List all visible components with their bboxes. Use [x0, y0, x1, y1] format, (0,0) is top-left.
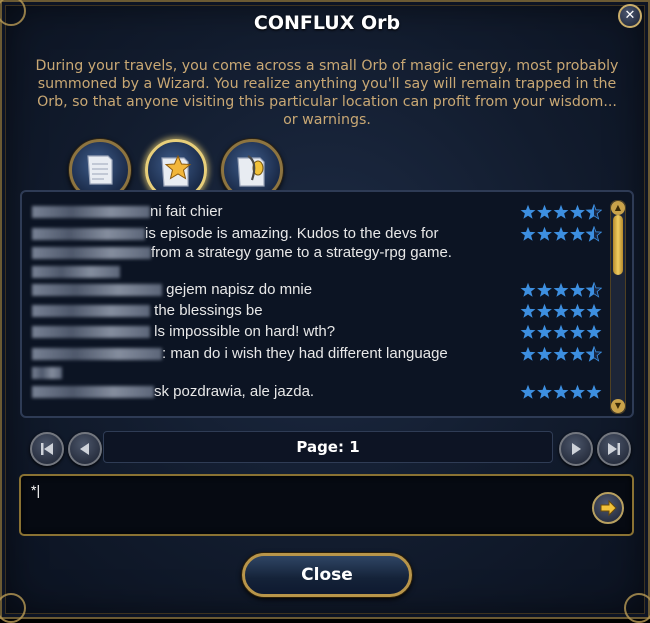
redacted-username [32, 247, 151, 260]
star-icon [520, 282, 536, 297]
star-icon [570, 324, 585, 339]
star-icon [570, 282, 585, 297]
rating-stars [520, 346, 602, 362]
arrow-right-icon [600, 499, 617, 517]
rating-stars [520, 282, 602, 298]
scroll-icon [87, 155, 113, 185]
rating-stars [520, 226, 602, 242]
star-icon [570, 346, 585, 361]
scroll-down-button[interactable]: ▼ [611, 399, 625, 413]
close-x-button[interactable]: ✕ [618, 4, 642, 28]
star-icon [537, 226, 552, 241]
page-indicator: Page: 1 [103, 431, 553, 463]
star-icon [553, 384, 569, 399]
list-item: : man do i wish they had different langu… [32, 344, 532, 382]
star-icon [553, 282, 569, 297]
list-item: gejem napisz do mnie [32, 280, 532, 299]
star-icon [537, 384, 552, 399]
dialog-title: CONFLUX Orb [253, 12, 401, 34]
list-item: sk pozdrawia, ale jazda. [32, 382, 532, 401]
last-page-button[interactable] [597, 432, 631, 466]
star-icon [520, 204, 536, 219]
first-page-icon [41, 443, 53, 455]
chevron-right-icon [572, 443, 581, 455]
star-icon [553, 324, 569, 339]
star-icon [570, 384, 585, 399]
list-item: the blessings be [32, 301, 532, 320]
first-page-button[interactable] [30, 432, 64, 466]
star-icon [586, 303, 602, 318]
star-icon [520, 346, 536, 361]
star-icon [520, 226, 536, 241]
redacted-username [32, 305, 150, 318]
star-icon [586, 324, 602, 339]
scroll-up-button[interactable]: ▲ [611, 201, 625, 215]
redacted-username [32, 367, 62, 380]
star-icon [537, 303, 552, 318]
star-icon [553, 204, 569, 219]
star-icon [520, 303, 536, 318]
conflux-orb-dialog: CONFLUX Orb ✕ During your travels, you c… [0, 0, 650, 623]
redacted-username [32, 348, 162, 361]
last-page-icon [608, 443, 620, 455]
chevron-left-icon [80, 443, 89, 455]
star-icon [537, 346, 552, 361]
list-item: ls impossible on hard! wth? [32, 322, 532, 341]
scrollbar[interactable]: ▲ ▼ [610, 200, 626, 414]
star-icon [586, 384, 602, 399]
rating-stars [520, 384, 602, 399]
rating-stars [520, 303, 602, 318]
close-icon: ✕ [624, 8, 636, 23]
star-icon [570, 226, 585, 241]
redacted-username [32, 284, 162, 297]
previous-page-button[interactable] [68, 432, 102, 466]
scroll-quill-icon [237, 155, 265, 187]
redacted-username [32, 228, 145, 241]
star-icon [520, 384, 536, 399]
star-icon [570, 204, 585, 219]
list-item: is episode is amazing. Kudos to the devs… [32, 224, 532, 281]
star-icon [537, 204, 552, 219]
list-item: ni fait chier [32, 202, 532, 221]
rating-stars [520, 204, 602, 220]
message-list[interactable]: ni fait chier is episode is amazing. Kud… [20, 190, 634, 418]
message-input-box [19, 474, 634, 536]
message-input[interactable] [29, 480, 593, 534]
orb-description: During your travels, you come across a s… [35, 58, 619, 128]
star-scroll-icon [161, 154, 192, 187]
scroll-thumb[interactable] [613, 215, 623, 275]
star-icon [570, 303, 585, 318]
redacted-username [32, 326, 150, 339]
star-icon [537, 282, 552, 297]
star-icon [553, 346, 569, 361]
send-button[interactable] [592, 492, 624, 524]
star-icon [537, 324, 552, 339]
star-icon [553, 303, 569, 318]
star-icon [553, 226, 569, 241]
redacted-username [32, 206, 150, 219]
close-button[interactable]: Close [242, 553, 412, 597]
redacted-username [32, 386, 154, 399]
star-icon [520, 324, 536, 339]
rating-stars [520, 324, 602, 339]
redacted-username [32, 266, 120, 279]
next-page-button[interactable] [559, 432, 593, 466]
